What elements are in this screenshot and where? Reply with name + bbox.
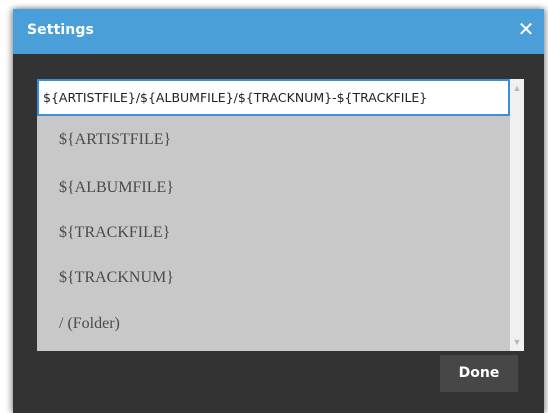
dialog-titlebar: Settings ✕ [13, 9, 544, 54]
close-icon[interactable]: ✕ [514, 18, 538, 42]
list-item[interactable]: ${ALBUMFILE} [59, 179, 174, 197]
list-scrollbar[interactable]: ▲ ▼ [510, 79, 524, 351]
chevron-down-icon[interactable]: ▼ [510, 335, 524, 349]
list-item[interactable]: ${TRACKFILE} [59, 224, 170, 242]
chevron-up-icon[interactable]: ▲ [510, 81, 524, 95]
done-button[interactable]: Done [440, 355, 518, 392]
suggestion-list: ${ARTISTFILE} ${ALBUMFILE} ${TRACKFILE} … [37, 116, 510, 351]
pattern-input-wrapper [37, 79, 510, 116]
list-item[interactable]: / (Folder) [59, 315, 120, 333]
settings-dialog: Settings ✕ ${ARTISTFILE} ${ALBUMFILE} ${… [13, 9, 544, 413]
list-item[interactable]: ${ARTISTFILE} [59, 131, 171, 149]
dialog-title: Settings [27, 22, 94, 38]
list-item[interactable]: ${TRACKNUM} [59, 269, 174, 287]
pattern-input[interactable] [43, 81, 503, 114]
pattern-panel: ${ARTISTFILE} ${ALBUMFILE} ${TRACKFILE} … [37, 79, 524, 351]
